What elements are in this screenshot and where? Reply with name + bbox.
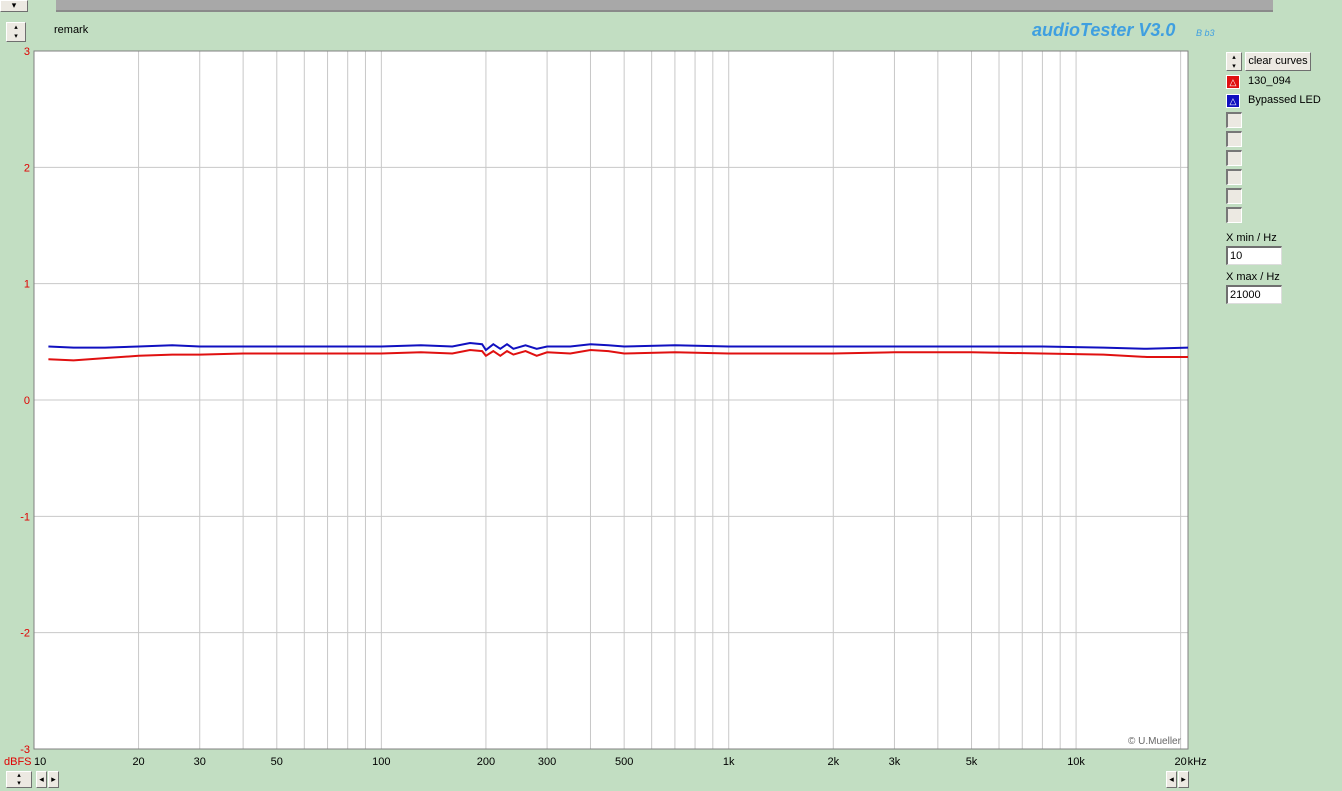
scroll-right-button[interactable]: ▸ <box>48 771 59 788</box>
x-tick-label: 3k <box>889 756 901 768</box>
spin-up-icon: ▴ <box>17 772 21 779</box>
x-tick-label: 10k <box>1067 756 1085 768</box>
spin-down-icon: ▾ <box>1232 63 1236 70</box>
y-tick-label: 3 <box>24 46 30 58</box>
xmin-label: X min / Hz <box>1226 232 1277 244</box>
chart-area: 3210-1-2-310 20 30 50 100 200 300 500 1k 2k 3k 5k 10… <box>4 46 1207 768</box>
empty-curve-slot[interactable] <box>1226 112 1242 128</box>
legend-label: 130_094 <box>1248 75 1291 87</box>
x-tick-label: 1k <box>723 756 735 768</box>
x-tick-label: 200 <box>477 756 495 768</box>
x-tick-label: 50 <box>271 756 283 768</box>
y-tick-label: 1 <box>24 279 30 291</box>
x-tick-label: 300 <box>538 756 556 768</box>
triangle-icon[interactable]: △ <box>1226 94 1240 108</box>
x-unit-label: kHz <box>1188 756 1207 768</box>
scroll-left-button[interactable]: ◂ <box>1166 771 1177 788</box>
y-spinner[interactable]: ▴ ▾ <box>6 771 32 788</box>
x-tick-label: 20 <box>1175 756 1187 768</box>
spin-up-icon: ▴ <box>1232 54 1236 61</box>
x-tick-label: 2k <box>827 756 839 768</box>
x-tick-label: 20 <box>132 756 144 768</box>
scroll-right-button[interactable]: ▸ <box>1178 771 1189 788</box>
legend-label: Bypassed LED <box>1248 94 1321 106</box>
empty-curve-slot[interactable] <box>1226 169 1242 185</box>
xmax-input[interactable] <box>1226 285 1282 304</box>
scroll-left-button[interactable]: ◂ <box>36 771 47 788</box>
x-tick-label: 500 <box>615 756 633 768</box>
x-tick-label: 30 <box>194 756 206 768</box>
clear-curves-button[interactable]: clear curves <box>1245 52 1311 71</box>
y-tick-label: 2 <box>24 162 30 174</box>
y-tick-label: -3 <box>20 744 30 756</box>
empty-curve-slot[interactable] <box>1226 207 1242 223</box>
empty-curve-slot[interactable] <box>1226 131 1242 147</box>
y-tick-label: -2 <box>20 628 30 640</box>
y-tick-label: 0 <box>24 395 30 407</box>
x-tick-label: 5k <box>966 756 978 768</box>
y-tick-label: -1 <box>20 511 30 523</box>
empty-curve-slot[interactable] <box>1226 188 1242 204</box>
empty-curve-slot[interactable] <box>1226 150 1242 166</box>
copyright-label: © U.Mueller <box>1128 736 1181 747</box>
y-unit-label: dBFS <box>4 756 32 768</box>
triangle-icon[interactable]: △ <box>1226 75 1240 89</box>
spin-down-icon: ▾ <box>17 780 21 787</box>
xmin-input[interactable] <box>1226 246 1282 265</box>
x-tick-label: 100 <box>372 756 390 768</box>
x-tick-label: 10 <box>34 756 46 768</box>
xmax-label: X max / Hz <box>1226 271 1280 283</box>
curves-spinner[interactable]: ▴ ▾ <box>1226 52 1242 71</box>
